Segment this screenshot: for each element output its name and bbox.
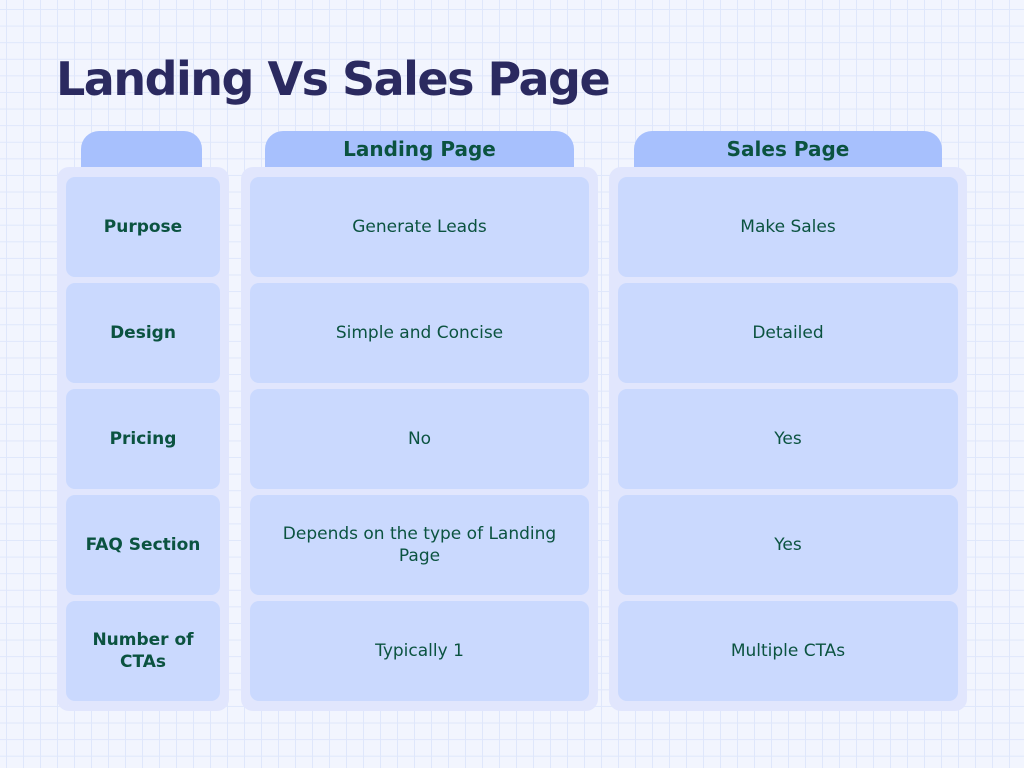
sales-purpose-cell: Make Sales	[618, 177, 958, 277]
sales-page-column: Make Sales Detailed Yes Yes Multiple CTA…	[609, 167, 967, 711]
label-column-header	[81, 131, 202, 167]
landing-purpose-cell: Generate Leads	[250, 177, 589, 277]
landing-pricing-cell: No	[250, 389, 589, 489]
sales-pricing-cell: Yes	[618, 389, 958, 489]
row-label-pricing: Pricing	[66, 389, 220, 489]
row-label-faq: FAQ Section	[66, 495, 220, 595]
page-title: Landing Vs Sales Page	[56, 52, 611, 106]
row-label-design: Design	[66, 283, 220, 383]
row-label-purpose: Purpose	[66, 177, 220, 277]
sales-ctas-cell: Multiple CTAs	[618, 601, 958, 701]
label-column: Purpose Design Pricing FAQ Section Numbe…	[57, 167, 229, 711]
landing-ctas-cell: Typically 1	[250, 601, 589, 701]
row-label-ctas: Number of CTAs	[66, 601, 220, 701]
landing-page-header: Landing Page	[265, 131, 574, 167]
landing-faq-cell: Depends on the type of Landing Page	[250, 495, 589, 595]
landing-design-cell: Simple and Concise	[250, 283, 589, 383]
sales-design-cell: Detailed	[618, 283, 958, 383]
sales-faq-cell: Yes	[618, 495, 958, 595]
sales-page-header: Sales Page	[634, 131, 942, 167]
landing-page-column: Generate Leads Simple and Concise No Dep…	[241, 167, 598, 711]
